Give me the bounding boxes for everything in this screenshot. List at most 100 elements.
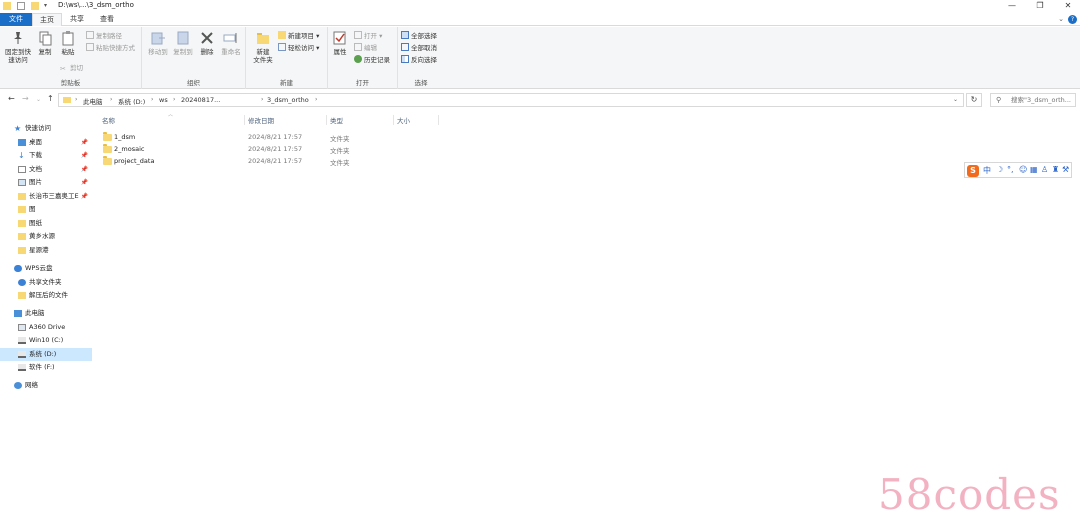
minimize-button[interactable]: —	[998, 0, 1026, 12]
nav-shared-folder[interactable]: 共享文件夹	[0, 276, 92, 289]
search-box[interactable]: ⚲	[990, 93, 1076, 107]
new-folder-quick-icon[interactable]	[31, 2, 39, 10]
search-input[interactable]	[1011, 95, 1073, 105]
nav-quick-access[interactable]: ★ 快速访问	[0, 122, 92, 135]
select-none-button[interactable]: 全部取消	[401, 43, 437, 53]
breadcrumb-current-folder[interactable]: 3_dsm_ortho	[267, 96, 309, 104]
recent-dropdown-icon[interactable]: ⌄	[36, 96, 41, 103]
column-divider[interactable]	[244, 115, 245, 125]
nav-folder-5[interactable]: 星源港	[0, 244, 92, 257]
invert-selection-button[interactable]: 反向选择	[401, 55, 437, 65]
user-icon[interactable]: ♙	[1041, 165, 1048, 174]
chevron-right-icon[interactable]: ›	[315, 96, 317, 103]
back-arrow-icon[interactable]: ←	[8, 94, 15, 103]
chevron-right-icon[interactable]: ›	[151, 96, 153, 103]
nav-folder-3[interactable]: 图纸	[0, 217, 92, 230]
move-to-button[interactable]: 移动到	[146, 30, 170, 56]
chevron-right-icon[interactable]: ›	[173, 96, 175, 103]
refresh-icon[interactable]: ↻	[966, 93, 982, 107]
edit-button[interactable]: 编辑	[354, 43, 377, 53]
chevron-right-icon[interactable]: ›	[110, 96, 112, 103]
table-row[interactable]: project_data 2024/8/21 17:57 文件夹	[98, 156, 518, 168]
tab-view[interactable]: 查看	[92, 13, 122, 26]
nav-a360-drive[interactable]: A360 Drive	[0, 321, 92, 334]
tab-file[interactable]: 文件	[0, 13, 32, 26]
breadcrumb-this-pc[interactable]: 此电脑	[83, 96, 103, 106]
new-folder-button[interactable]: 新建 文件夹	[250, 30, 276, 64]
chevron-right-icon[interactable]: ›	[261, 96, 263, 103]
tab-home[interactable]: 主页	[32, 13, 62, 26]
pin-icon[interactable]: 📌	[81, 163, 88, 176]
paste-shortcut-button[interactable]: 粘贴快捷方式	[86, 43, 135, 53]
new-item-button[interactable]: 新建项目 ▾	[278, 31, 319, 41]
nav-win10-c[interactable]: Win10 (C:)	[0, 334, 92, 347]
select-none-icon	[401, 43, 409, 51]
properties-quick-icon[interactable]	[17, 2, 25, 10]
computer-icon	[14, 310, 22, 317]
history-button[interactable]: 历史记录	[354, 55, 390, 65]
moon-icon[interactable]: ☽	[996, 165, 1003, 174]
nav-folder-2[interactable]: 图	[0, 203, 92, 216]
nav-wps-cloud-label: WPS云盘	[25, 264, 53, 272]
nav-desktop[interactable]: 桌面 📌	[0, 136, 92, 149]
properties-button[interactable]: 属性	[330, 30, 350, 56]
open-button[interactable]: 打开 ▾	[354, 31, 382, 41]
nav-software-e[interactable]: 软件 (F:)	[0, 361, 92, 374]
chevron-down-icon[interactable]: ⌄	[1058, 15, 1064, 23]
column-divider[interactable]	[438, 115, 439, 125]
nav-unzipped[interactable]: 解压后的文件	[0, 289, 92, 302]
column-size[interactable]: 大小	[397, 115, 410, 125]
ime-logo[interactable]: S	[967, 165, 979, 177]
skin-icon[interactable]: ♜	[1052, 165, 1059, 174]
maximize-button[interactable]: ❐	[1026, 0, 1054, 12]
column-name[interactable]: 名称	[102, 115, 115, 125]
copy-path-button[interactable]: 复制路径	[86, 31, 122, 41]
help-icon[interactable]: ?	[1068, 15, 1077, 24]
cut-button[interactable]: ✂ 剪切	[60, 63, 83, 73]
ime-mode-toggle[interactable]: 中	[983, 165, 991, 176]
copy-to-button[interactable]: 复制到	[171, 30, 195, 56]
tab-share[interactable]: 共享	[62, 13, 92, 26]
nav-this-pc[interactable]: 此电脑	[0, 307, 92, 320]
nav-pictures[interactable]: 图片 📌	[0, 176, 92, 189]
nav-wps-cloud[interactable]: WPS云盘	[0, 262, 92, 275]
breadcrumb-ws[interactable]: ws	[159, 96, 168, 104]
copy-button[interactable]: 复制	[34, 30, 56, 56]
nav-network[interactable]: 网络	[0, 379, 92, 392]
breadcrumb-date-folder[interactable]: 20240817...	[181, 96, 220, 104]
pin-icon[interactable]: 📌	[81, 176, 88, 189]
tools-icon[interactable]: ⚒	[1062, 165, 1069, 174]
paste-button[interactable]: 粘贴	[57, 30, 79, 56]
address-dropdown-icon[interactable]: ⌄	[953, 96, 958, 103]
ime-toolbar[interactable]: S 中 ☽ °, ☺ ▦ ♙ ♜ ⚒	[964, 162, 1072, 178]
pin-quick-access-button[interactable]: 固定到快 速访问	[2, 30, 34, 64]
chevron-right-icon[interactable]: ›	[75, 96, 77, 103]
pin-icon[interactable]: 📌	[81, 190, 88, 203]
nav-folder-4[interactable]: 黄乡水源	[0, 230, 92, 243]
punctuation-icon[interactable]: °,	[1007, 165, 1014, 174]
table-row[interactable]: 2_mosaic 2024/8/21 17:57 文件夹	[98, 144, 518, 156]
address-bar[interactable]: › 此电脑 › 系统 (D:) › ws › 20240817... › 3_d…	[58, 93, 964, 107]
pin-icon[interactable]: 📌	[81, 149, 88, 162]
forward-arrow-icon[interactable]: →	[22, 94, 29, 103]
keyboard-icon[interactable]: ▦	[1030, 165, 1038, 174]
close-button[interactable]: ✕	[1054, 0, 1080, 12]
rename-button[interactable]: 重命名	[219, 30, 243, 56]
pin-icon[interactable]: 📌	[81, 136, 88, 149]
column-divider[interactable]	[393, 115, 394, 125]
nav-downloads[interactable]: ↓ 下载 📌	[0, 149, 92, 162]
column-date[interactable]: 修改日期	[248, 115, 274, 125]
nav-folder-1[interactable]: 长治市三嘉奥工E 📌	[0, 190, 92, 203]
easy-access-button[interactable]: 轻松访问 ▾	[278, 43, 319, 53]
column-type[interactable]: 类型	[330, 115, 343, 125]
voice-icon[interactable]: ☺	[1019, 165, 1027, 174]
table-row[interactable]: 1_dsm 2024/8/21 17:57 文件夹	[98, 132, 518, 144]
delete-button[interactable]: 删除	[197, 30, 217, 56]
nav-system-d[interactable]: 系统 (D:)	[0, 348, 92, 361]
select-all-button[interactable]: 全部选择	[401, 31, 437, 41]
breadcrumb-drive-d[interactable]: 系统 (D:)	[118, 96, 145, 106]
up-arrow-icon[interactable]: ↑	[47, 94, 54, 103]
nav-documents[interactable]: 文档 📌	[0, 163, 92, 176]
customize-quick-access-icon[interactable]: ▾	[44, 2, 52, 10]
column-divider[interactable]	[326, 115, 327, 125]
